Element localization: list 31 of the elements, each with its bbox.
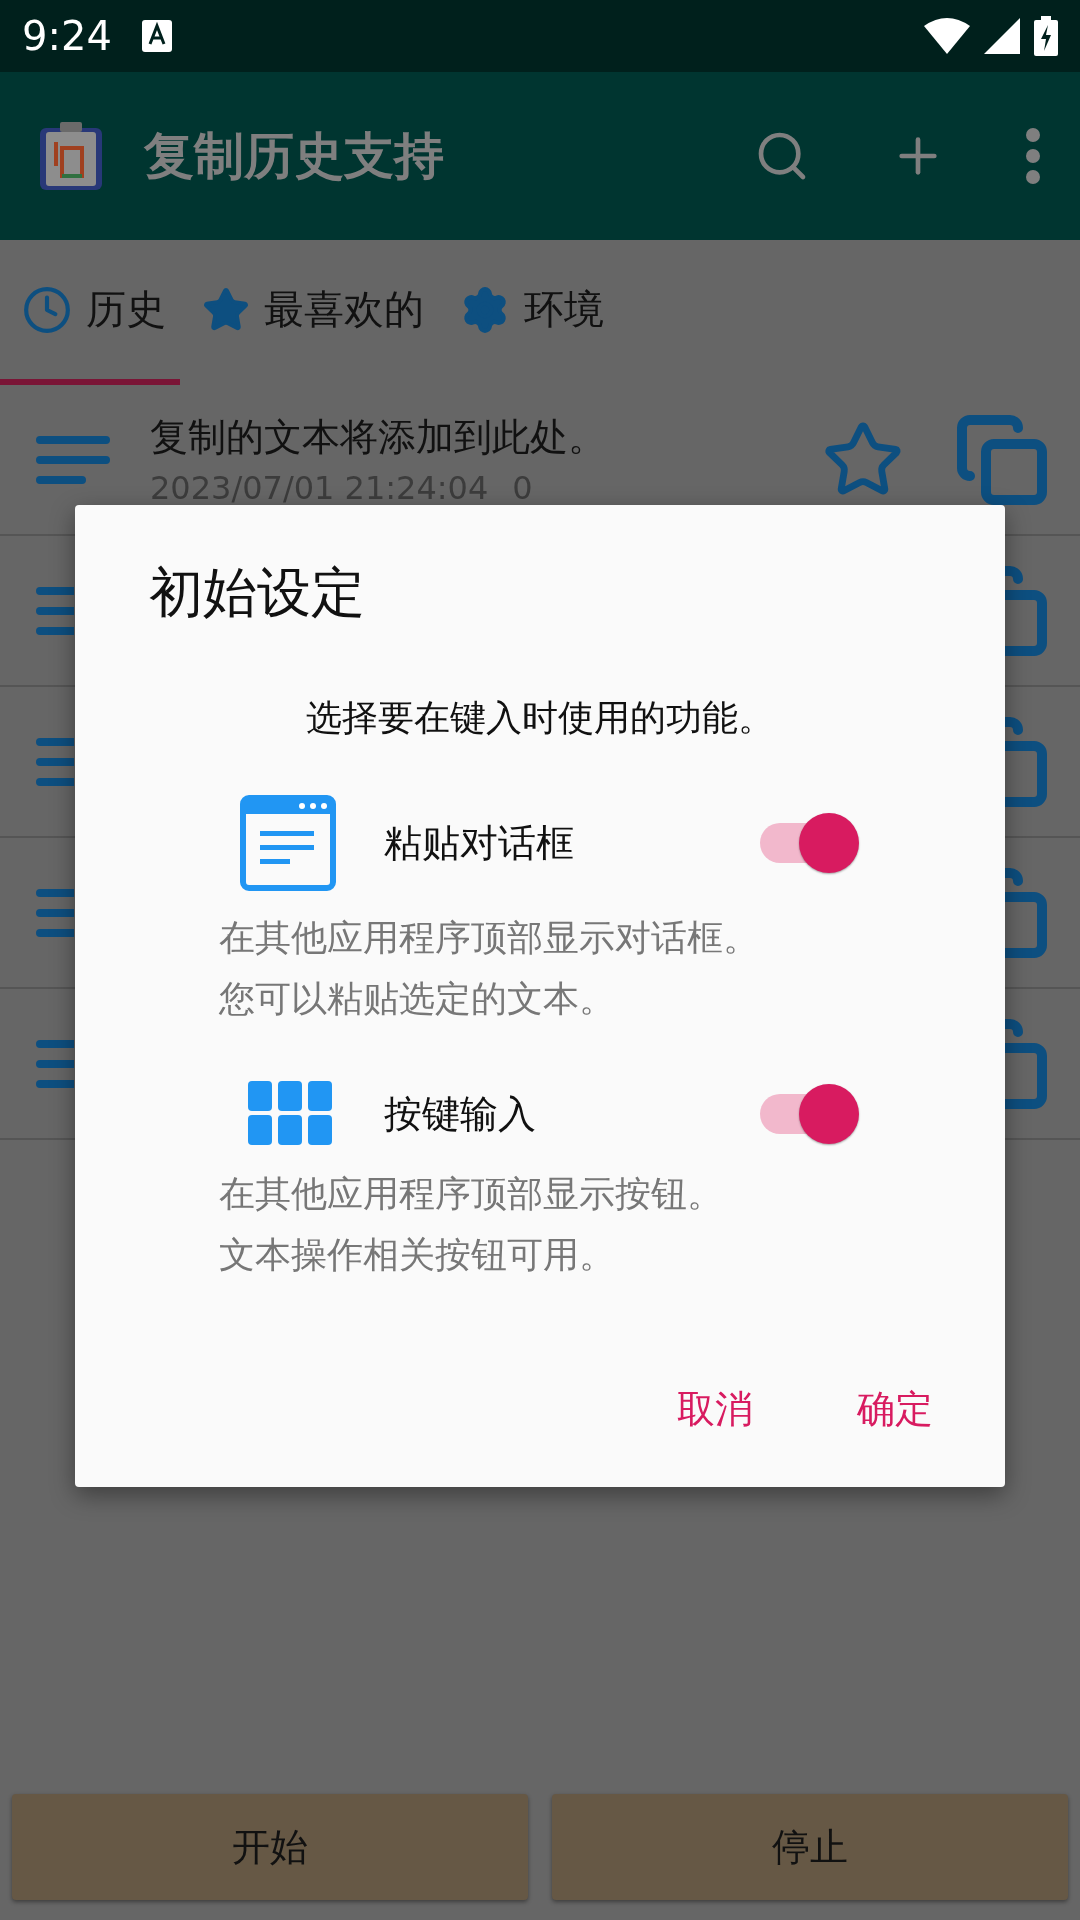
- notification-icon: [141, 20, 172, 52]
- toggle-switch[interactable]: [760, 1083, 860, 1145]
- tab[interactable]: 最喜欢的: [180, 240, 438, 385]
- signal-icon: [984, 18, 1020, 54]
- option-label: 粘贴对话框: [384, 819, 575, 867]
- entry-text: 复制的文本将添加到此处。: [150, 414, 607, 461]
- status-time: 9:24: [22, 13, 112, 59]
- menu-lines-icon: [36, 435, 110, 484]
- window-icon: [240, 795, 336, 891]
- dialog-button[interactable]: 确定: [825, 1364, 965, 1455]
- action-button[interactable]: 停止: [552, 1794, 1068, 1900]
- wifi-icon: [924, 18, 970, 54]
- clipboard-logo-icon: [38, 120, 104, 192]
- app-title: 复制历史支持: [144, 125, 445, 187]
- toggle-switch[interactable]: [760, 812, 860, 874]
- option-description: 在其他应用程序顶部显示按钮。 文本操作相关按钮可用。: [219, 1172, 723, 1277]
- tab[interactable]: 环境: [438, 240, 618, 385]
- menu-lines-icon: [36, 888, 74, 937]
- clock-icon: [22, 284, 72, 335]
- action-button[interactable]: 开始: [12, 1794, 528, 1900]
- option-label: 按键输入: [384, 1090, 537, 1138]
- battery-icon: [1034, 16, 1058, 56]
- tab[interactable]: 历史: [0, 240, 180, 385]
- option-description: 在其他应用程序顶部显示对话框。 您可以粘贴选定的文本。: [219, 916, 759, 1021]
- menu-lines-icon: [36, 1039, 74, 1088]
- menu-lines-icon: [36, 586, 74, 635]
- dialog-button[interactable]: 取消: [645, 1364, 785, 1455]
- dialog-subtitle: 选择要在键入时使用的功能。: [306, 696, 774, 740]
- more-options-icon: [1026, 128, 1040, 184]
- menu-lines-icon: [36, 737, 74, 786]
- dialog-title: 初始设定: [149, 560, 366, 626]
